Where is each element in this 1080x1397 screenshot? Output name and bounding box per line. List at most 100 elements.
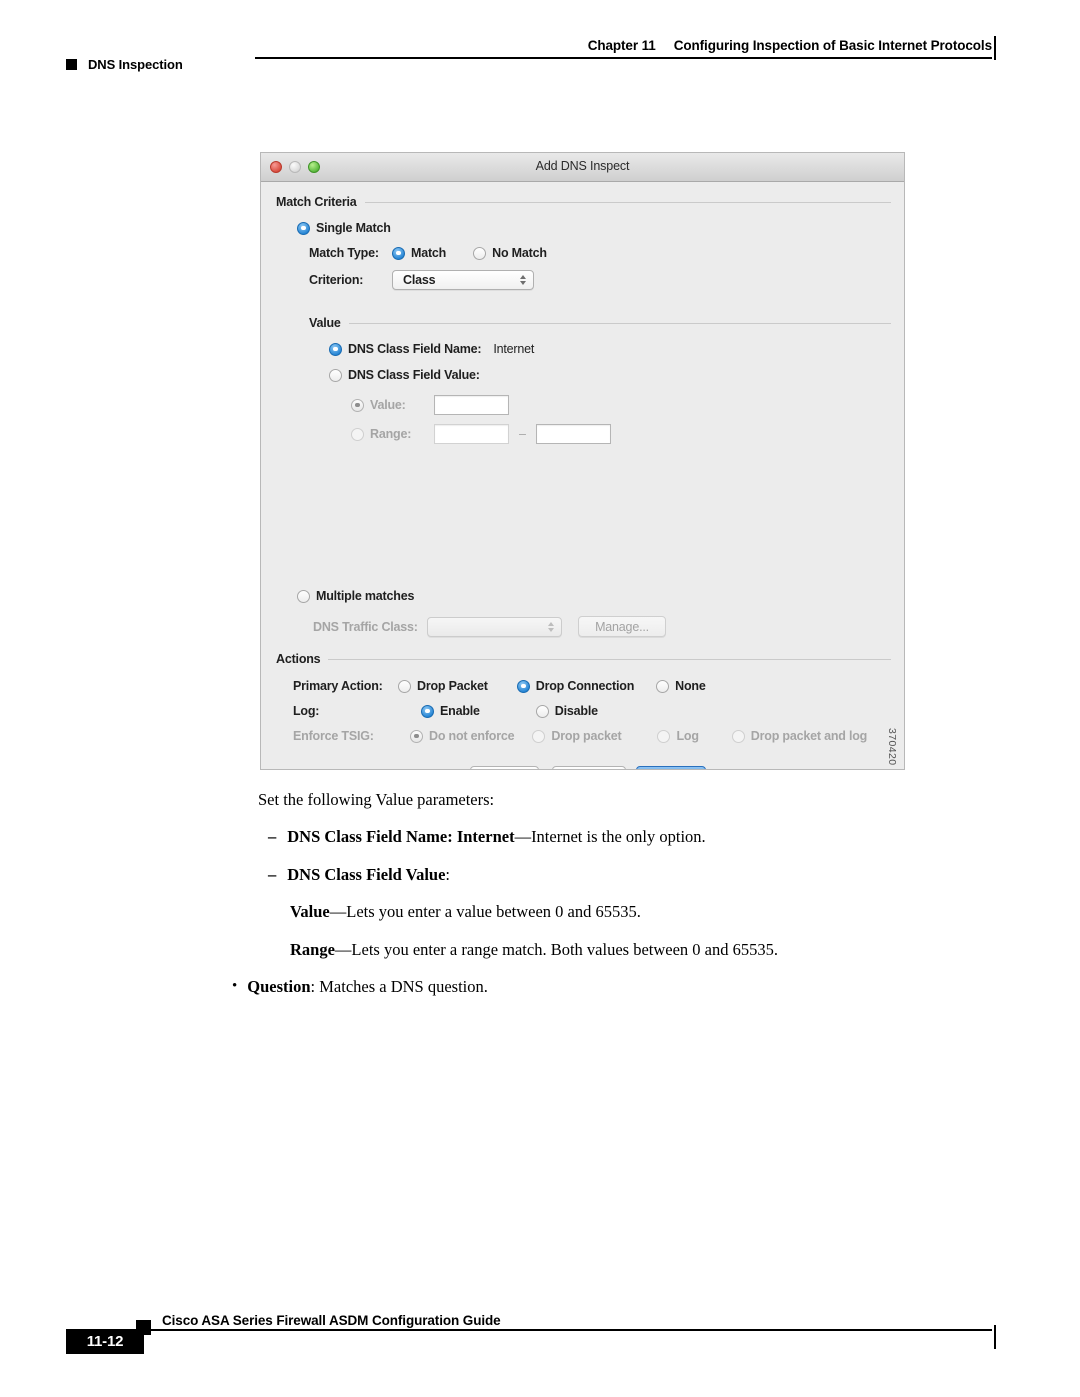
list-item-term: Range xyxy=(290,939,335,959)
radio-label-drop-connection: Drop Connection xyxy=(535,679,635,693)
manage-button[interactable]: Manage... xyxy=(578,616,666,637)
radio-label-tsig-do-not-enforce: Do not enforce xyxy=(429,729,515,743)
page-header: Chapter 11 Configuring Inspection of Basi… xyxy=(0,0,1080,90)
value-input[interactable] xyxy=(434,395,509,415)
header-section-group: DNS Inspection xyxy=(66,57,183,72)
group-label-match-criteria: Match Criteria xyxy=(276,195,357,209)
radio-multiple-matches[interactable]: Multiple matches xyxy=(297,589,414,603)
stepper-arrows-icon xyxy=(548,621,554,632)
list-item: • Question: Matches a DNS question. xyxy=(232,975,1080,998)
dash-marker: – xyxy=(268,827,277,847)
radio-indicator-drop-packet[interactable] xyxy=(398,679,411,693)
list-item: – DNS Class Field Name: Internet—Interne… xyxy=(268,825,1080,848)
radio-indicator-tsig-log[interactable] xyxy=(657,729,671,743)
cancel-button[interactable]: Cancel xyxy=(552,766,626,769)
header-chapter-line: Chapter 11 Configuring Inspection of Basi… xyxy=(588,38,992,53)
radio-label-none: None xyxy=(675,679,706,693)
footer-rule xyxy=(136,1329,992,1331)
page-footer: Cisco ASA Series Firewall ASDM Configura… xyxy=(0,1300,1080,1370)
group-header-value: Value xyxy=(309,316,891,330)
radio-none[interactable]: None xyxy=(656,679,706,693)
list-item-desc: —Internet is the only option. xyxy=(514,827,706,847)
radio-indicator-tsig-do-not-enforce[interactable] xyxy=(410,729,423,743)
radio-dns-class-field-value[interactable]: DNS Class Field Value: xyxy=(329,368,480,382)
radio-range[interactable]: Range: – xyxy=(351,424,611,444)
footer-guide-title: Cisco ASA Series Firewall ASDM Configura… xyxy=(162,1313,501,1328)
radio-label-dns-class-field-name: DNS Class Field Name: xyxy=(348,342,482,356)
dns-traffic-class-row: DNS Traffic Class: Manage... xyxy=(313,616,666,637)
radio-no-match[interactable]: No Match xyxy=(473,246,547,260)
header-rule xyxy=(255,57,992,59)
primary-action-row: Primary Action: Drop Packet Drop Connect… xyxy=(293,679,706,693)
radio-tsig-drop-packet-and-log[interactable]: Drop packet and log xyxy=(731,729,867,743)
criterion-select[interactable]: Class xyxy=(392,270,534,290)
radio-log-enable[interactable]: Enable xyxy=(421,704,480,718)
bullet-marker: • xyxy=(232,978,238,995)
radio-log-disable[interactable]: Disable xyxy=(535,704,598,718)
range-to-input[interactable] xyxy=(535,424,611,444)
dns-traffic-class-select[interactable] xyxy=(427,616,562,637)
radio-label-log-enable: Enable xyxy=(440,704,480,718)
log-row: Log: Enable Disable xyxy=(293,704,598,718)
radio-indicator-dns-class-field-value[interactable] xyxy=(329,368,342,382)
radio-indicator-match[interactable] xyxy=(392,246,405,260)
radio-indicator-value[interactable] xyxy=(351,398,364,412)
list-item-term: DNS Class Field Value xyxy=(287,864,446,884)
help-button[interactable]: Help xyxy=(470,766,539,769)
radio-indicator-none[interactable] xyxy=(656,679,670,693)
page-number: 11-12 xyxy=(66,1329,144,1354)
dialog-titlebar[interactable]: Add DNS Inspect xyxy=(261,153,904,182)
radio-label-dns-class-field-value: DNS Class Field Value: xyxy=(348,368,480,382)
group-rule xyxy=(328,658,891,660)
radio-indicator-tsig-drop-packet-and-log[interactable] xyxy=(731,729,745,743)
list-item-desc: —Lets you enter a range match. Both valu… xyxy=(334,939,778,959)
ok-button[interactable]: OK xyxy=(636,766,706,769)
list-item-desc: —Lets you enter a value between 0 and 65… xyxy=(329,902,641,922)
radio-match[interactable]: Match xyxy=(392,246,446,260)
range-from-input[interactable] xyxy=(434,424,509,444)
header-chapter-title: Configuring Inspection of Basic Internet… xyxy=(673,38,992,53)
radio-label-tsig-drop-packet: Drop packet xyxy=(551,729,622,743)
radio-tsig-do-not-enforce[interactable]: Do not enforce xyxy=(410,729,515,743)
list-item-term: Question xyxy=(247,977,311,997)
label-primary-action: Primary Action: xyxy=(293,679,383,693)
body-copy: Set the following Value parameters: – DN… xyxy=(0,788,1080,999)
group-header-match-criteria: Match Criteria xyxy=(276,195,891,209)
radio-indicator-range[interactable] xyxy=(351,427,364,441)
group-rule xyxy=(364,201,891,203)
radio-label-log-disable: Disable xyxy=(554,704,598,718)
enforce-tsig-row: Enforce TSIG: Do not enforce Drop packet… xyxy=(293,729,867,743)
radio-indicator-tsig-drop-packet[interactable] xyxy=(532,729,546,743)
radio-tsig-drop-packet[interactable]: Drop packet xyxy=(532,729,622,743)
radio-drop-connection[interactable]: Drop Connection xyxy=(516,679,635,693)
label-range: Range: xyxy=(370,427,412,441)
radio-value[interactable]: Value: xyxy=(351,395,509,415)
add-dns-inspect-dialog: Add DNS Inspect Match Criteria Single Ma… xyxy=(260,152,905,770)
radio-indicator-log-disable[interactable] xyxy=(535,704,549,718)
label-log: Log: xyxy=(293,704,320,718)
bullet-square-icon xyxy=(66,59,77,70)
radio-single-match[interactable]: Single Match xyxy=(297,221,391,235)
radio-indicator-single-match[interactable] xyxy=(297,221,310,235)
radio-label-match: Match xyxy=(411,246,447,260)
radio-label-single-match: Single Match xyxy=(316,221,391,235)
dash-marker: – xyxy=(268,864,277,884)
figure-id: 370420 xyxy=(886,728,898,766)
label-dns-traffic-class: DNS Traffic Class: xyxy=(313,619,418,634)
radio-indicator-dns-class-field-name[interactable] xyxy=(329,342,342,356)
radio-label-drop-packet: Drop Packet xyxy=(417,679,488,693)
label-value: Value: xyxy=(370,398,406,412)
radio-label-multiple-matches: Multiple matches xyxy=(316,589,415,603)
list-item-term: Value xyxy=(290,902,330,922)
radio-indicator-log-enable[interactable] xyxy=(421,704,434,718)
radio-drop-packet[interactable]: Drop Packet xyxy=(398,679,488,693)
radio-indicator-multiple-matches[interactable] xyxy=(297,589,310,603)
radio-tsig-log[interactable]: Log xyxy=(657,729,699,743)
intro-paragraph: Set the following Value parameters: xyxy=(258,790,495,809)
radio-dns-class-field-name[interactable]: DNS Class Field Name: Internet xyxy=(329,342,534,356)
range-separator: – xyxy=(519,427,526,441)
radio-indicator-no-match[interactable] xyxy=(473,246,487,260)
figure-add-dns-inspect: Add DNS Inspect Match Criteria Single Ma… xyxy=(260,152,905,770)
dialog-body: Match Criteria Single Match Match Type: … xyxy=(261,182,904,769)
radio-indicator-drop-connection[interactable] xyxy=(516,679,530,693)
